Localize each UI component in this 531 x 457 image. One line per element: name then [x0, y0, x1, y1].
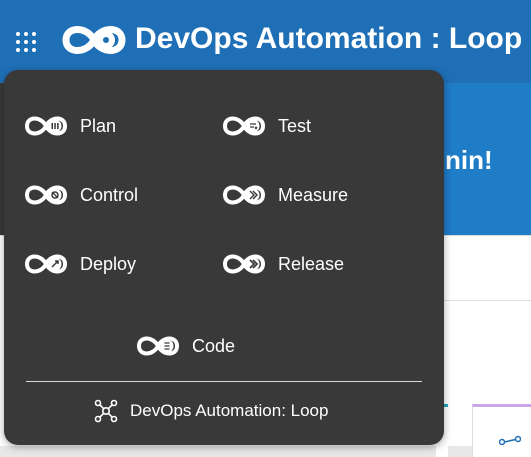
loop-logo-icon — [62, 26, 126, 54]
plan-icon — [24, 116, 68, 136]
release-icon — [222, 254, 266, 274]
menu-item-code[interactable]: Code — [136, 333, 235, 359]
dashboard-card[interactable] — [472, 404, 531, 457]
menu-divider — [26, 381, 422, 382]
grid-dots-icon[interactable] — [16, 32, 36, 52]
test-icon — [222, 116, 266, 136]
menu-item-label: Control — [80, 184, 139, 205]
menu-item-release[interactable]: Release — [222, 251, 344, 277]
deploy-icon — [24, 254, 68, 274]
devops-loop-link-label: DevOps Automation: Loop — [130, 401, 329, 420]
menu-item-label: Plan — [80, 115, 117, 136]
banner-greeting: nin! — [445, 145, 493, 175]
network-hub-icon — [94, 399, 118, 423]
code-icon — [136, 336, 180, 356]
workflow-icon — [499, 435, 521, 446]
content-divider — [443, 300, 531, 301]
menu-item-measure[interactable]: Measure — [222, 182, 348, 208]
menu-item-label: Measure — [278, 184, 349, 205]
control-icon — [24, 185, 68, 205]
menu-item-control[interactable]: Control — [24, 182, 138, 208]
menu-item-label: Code — [192, 335, 236, 356]
measure-icon — [222, 185, 266, 205]
menu-item-plan[interactable]: Plan — [24, 113, 116, 139]
app-launcher-menu: Plan Test Control Measure Deploy Release… — [4, 70, 444, 445]
menu-item-deploy[interactable]: Deploy — [24, 251, 136, 277]
menu-item-label: Test — [278, 115, 312, 136]
app-title: DevOps Automation : Loop — [135, 22, 523, 55]
devops-loop-link[interactable]: DevOps Automation: Loop — [94, 399, 328, 423]
menu-item-label: Deploy — [80, 253, 137, 274]
menu-item-test[interactable]: Test — [222, 113, 311, 139]
menu-item-label: Release — [278, 253, 345, 274]
